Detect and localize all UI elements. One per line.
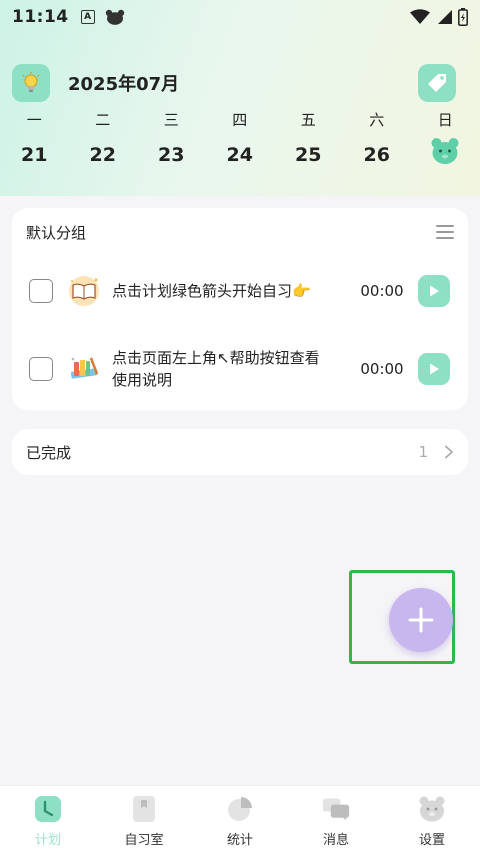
- weekday-label: 三: [163, 111, 179, 129]
- month-title[interactable]: 2025年07月: [68, 70, 179, 96]
- today-bear-icon: [431, 138, 459, 164]
- default-group-card: 默认分组 点击计划绿色箭头开始自习👉 00:00 点击页面左上角↖帮助按钮查看使…: [12, 208, 468, 410]
- play-button[interactable]: [418, 275, 450, 307]
- nav-label: 设置: [418, 833, 445, 848]
- nav-settings[interactable]: 设置: [384, 786, 480, 852]
- day-sat[interactable]: 六 26: [343, 108, 412, 174]
- task-text: 点击计划绿色箭头开始自习👉: [112, 282, 311, 300]
- a-notification-icon: A: [80, 10, 95, 24]
- book-icon: [67, 274, 101, 308]
- menu-icon[interactable]: [436, 225, 454, 239]
- app-screen: 11:14 A 2025年07月 一 21 二 22 三 23 四 24 五 2…: [0, 0, 480, 852]
- nav-label: 消息: [322, 833, 349, 848]
- weekday-label: 五: [300, 111, 316, 129]
- bottom-nav: 计划 自习室 统计 消息 设置: [0, 785, 480, 852]
- weekday-label: 日: [437, 111, 453, 129]
- date-number: 21: [21, 144, 48, 166]
- bookmark-icon: [130, 795, 158, 823]
- completed-card[interactable]: 已完成 1: [12, 429, 468, 475]
- plus-icon: [408, 607, 434, 633]
- nav-stats[interactable]: 统计: [192, 786, 288, 852]
- tag-icon: [428, 74, 446, 92]
- task-text: 点击页面左上角↖帮助按钮查看使用说明: [112, 349, 320, 389]
- play-icon: [430, 363, 439, 375]
- date-number: 24: [226, 144, 253, 166]
- task-checkbox[interactable]: [29, 357, 53, 381]
- date-number: 22: [89, 144, 116, 166]
- play-icon: [430, 285, 439, 297]
- bear-notification-icon: [105, 9, 124, 25]
- battery-icon: [458, 8, 468, 26]
- day-thu[interactable]: 四 24: [206, 108, 275, 174]
- nav-label: 自习室: [124, 833, 164, 848]
- help-button[interactable]: [12, 64, 50, 102]
- add-task-button[interactable]: [389, 588, 453, 652]
- chat-icon: [322, 795, 350, 823]
- tag-button[interactable]: [418, 64, 456, 102]
- nav-label: 计划: [34, 833, 61, 848]
- nav-messages[interactable]: 消息: [288, 786, 384, 852]
- task-time: 00:00: [360, 360, 404, 378]
- completed-title: 已完成: [26, 443, 72, 462]
- weekday-label: 一: [26, 111, 42, 129]
- pie-chart-icon: [226, 795, 254, 823]
- status-bar: 11:14 A: [0, 0, 480, 34]
- clock-icon: [34, 795, 62, 823]
- task-time: 00:00: [360, 282, 404, 300]
- day-tue[interactable]: 二 22: [69, 108, 138, 174]
- group-title: 默认分组: [26, 223, 87, 242]
- play-button[interactable]: [418, 353, 450, 385]
- group-header: 默认分组: [12, 208, 468, 256]
- lightbulb-icon: [22, 72, 40, 92]
- date-number: 23: [158, 144, 185, 166]
- signal-icon: [438, 10, 452, 24]
- calendar-header: 11:14 A 2025年07月 一 21 二 22 三 23 四 24 五 2…: [0, 0, 480, 196]
- books-pencil-icon: [67, 352, 101, 386]
- weekday-label: 六: [369, 111, 385, 129]
- date-number: 25: [295, 144, 322, 166]
- task-row[interactable]: 点击页面左上角↖帮助按钮查看使用说明 00:00: [12, 334, 468, 404]
- day-fri[interactable]: 五 25: [274, 108, 343, 174]
- date-number: 26: [363, 144, 390, 166]
- status-icons: [410, 8, 468, 26]
- nav-study-room[interactable]: 自习室: [96, 786, 192, 852]
- day-sun[interactable]: 日: [411, 108, 480, 174]
- nav-plan[interactable]: 计划: [0, 786, 96, 852]
- bear-icon: [418, 795, 446, 823]
- month-row: 2025年07月: [12, 64, 456, 102]
- weekday-label: 二: [95, 111, 111, 129]
- task-checkbox[interactable]: [29, 279, 53, 303]
- nav-label: 统计: [226, 833, 253, 848]
- status-time: 11:14: [12, 7, 69, 27]
- day-wed[interactable]: 三 23: [137, 108, 206, 174]
- wifi-icon: [410, 9, 430, 24]
- weekday-label: 四: [232, 111, 248, 129]
- chevron-right-icon: [445, 445, 453, 459]
- task-row[interactable]: 点击计划绿色箭头开始自习👉 00:00: [12, 256, 468, 326]
- week-strip: 一 21 二 22 三 23 四 24 五 25 六 26 日: [0, 108, 480, 174]
- completed-count: 1: [418, 443, 428, 461]
- day-mon[interactable]: 一 21: [0, 108, 69, 174]
